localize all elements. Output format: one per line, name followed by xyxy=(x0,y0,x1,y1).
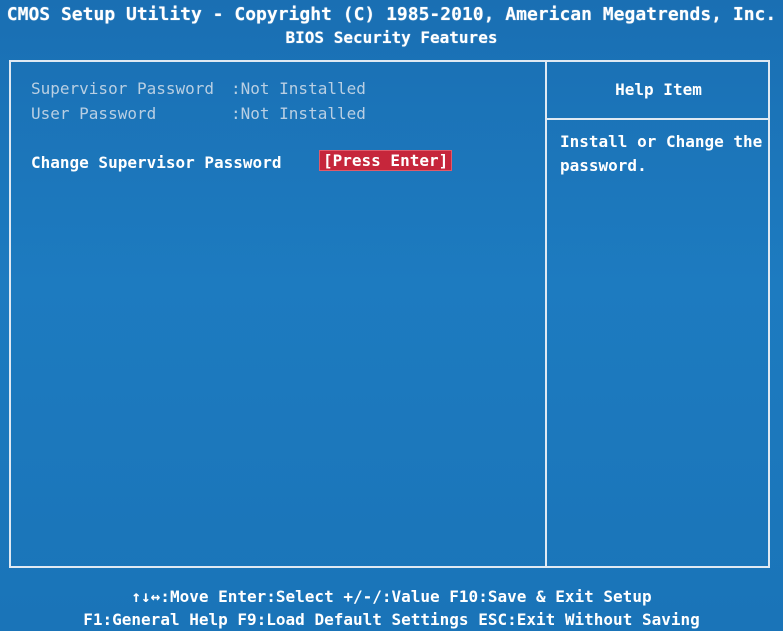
supervisor-password-label: Supervisor Password xyxy=(31,79,215,98)
press-enter-button[interactable]: [Press Enter] xyxy=(319,150,453,171)
help-header-divider xyxy=(547,118,770,120)
key-help-line-2: F1:General Help F9:Load Default Settings… xyxy=(83,610,700,629)
user-password-status: :Not Installed xyxy=(231,104,366,123)
help-item-text: Install or Change the password. xyxy=(560,132,763,175)
app-title: CMOS Setup Utility - Copyright (C) 1985-… xyxy=(6,4,777,25)
page-title: BIOS Security Features xyxy=(285,28,498,47)
user-password-row: User Password :Not Installed xyxy=(31,104,366,123)
key-help-line-1: ↑↓↔:Move Enter:Select +/-/:Value F10:Sav… xyxy=(131,587,652,606)
bios-screen: CMOS Setup Utility - Copyright (C) 1985-… xyxy=(0,0,783,631)
change-supervisor-password-row[interactable]: Change Supervisor Password xyxy=(31,153,281,172)
panel-divider xyxy=(545,60,547,568)
change-supervisor-password-label[interactable]: Change Supervisor Password xyxy=(31,153,281,172)
user-password-label: User Password xyxy=(31,104,157,123)
supervisor-password-status: :Not Installed xyxy=(231,79,366,98)
help-item-title: Help Item xyxy=(615,80,702,99)
supervisor-password-row: Supervisor Password :Not Installed xyxy=(31,79,366,98)
